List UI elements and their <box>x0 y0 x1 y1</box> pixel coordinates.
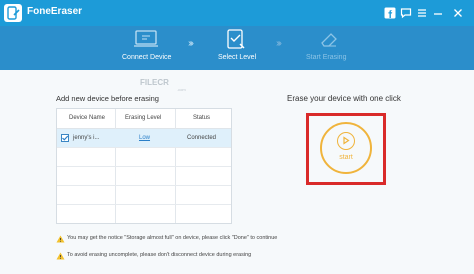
notice-text: You may get the notice "Storage almost f… <box>67 235 278 241</box>
start-label: start <box>339 154 353 161</box>
status-cell: Connected <box>187 135 217 141</box>
device-icon <box>134 28 160 55</box>
step-label: Select Level <box>218 54 257 61</box>
device-name-cell: jenny's i... <box>73 135 100 141</box>
checklist-icon <box>226 28 248 57</box>
table-header: Device Name Erasing Level Status <box>57 109 231 129</box>
watermark: FILECR <box>140 78 169 87</box>
play-icon <box>337 132 355 150</box>
start-highlight: start <box>306 113 386 185</box>
step-connect-device: Connect Device <box>108 26 178 70</box>
device-panel-title: Add new device before erasing <box>56 94 159 103</box>
column-header-status: Status <box>193 115 211 121</box>
step-label: Start Erasing <box>306 54 347 61</box>
facebook-icon[interactable] <box>384 7 396 19</box>
warning-icon <box>56 235 65 245</box>
minimize-icon[interactable] <box>432 7 444 19</box>
step-select-level: Select Level <box>210 26 270 70</box>
table-row <box>57 148 231 167</box>
table-row <box>57 186 231 205</box>
start-button[interactable]: start <box>320 122 372 174</box>
chevron-right-icon: ››› <box>188 38 194 49</box>
main-content: Add new device before erasing FILECR .co… <box>0 70 474 274</box>
step-start-erasing: Start Erasing <box>300 26 360 70</box>
erasing-level-link[interactable]: Low <box>139 135 150 141</box>
device-checkbox[interactable] <box>61 134 69 142</box>
step-label: Connect Device <box>122 54 172 61</box>
device-table: Device Name Erasing Level Status jenny's… <box>56 108 232 224</box>
menu-icon[interactable] <box>416 7 428 19</box>
chat-icon[interactable] <box>400 7 412 19</box>
app-logo-icon <box>4 4 22 22</box>
close-icon[interactable] <box>452 7 464 19</box>
eraser-icon <box>318 28 340 55</box>
warning-icon <box>56 252 65 262</box>
table-row <box>57 167 231 186</box>
title-bar: FoneEraser <box>0 0 474 26</box>
app-title: FoneEraser <box>27 6 83 17</box>
watermark-sub: .com <box>177 87 186 92</box>
chevron-right-icon: ››› <box>276 38 282 49</box>
steps-bar: Connect Device ››› Select Level ››› Star… <box>0 26 474 70</box>
column-header-device-name: Device Name <box>69 115 106 121</box>
notice-text: To avoid erasing uncomplete, please don'… <box>67 252 252 258</box>
table-row[interactable]: jenny's i... Low Connected <box>57 129 231 148</box>
erase-panel-title: Erase your device with one click <box>287 94 401 103</box>
column-header-erasing-level: Erasing Level <box>125 115 162 121</box>
